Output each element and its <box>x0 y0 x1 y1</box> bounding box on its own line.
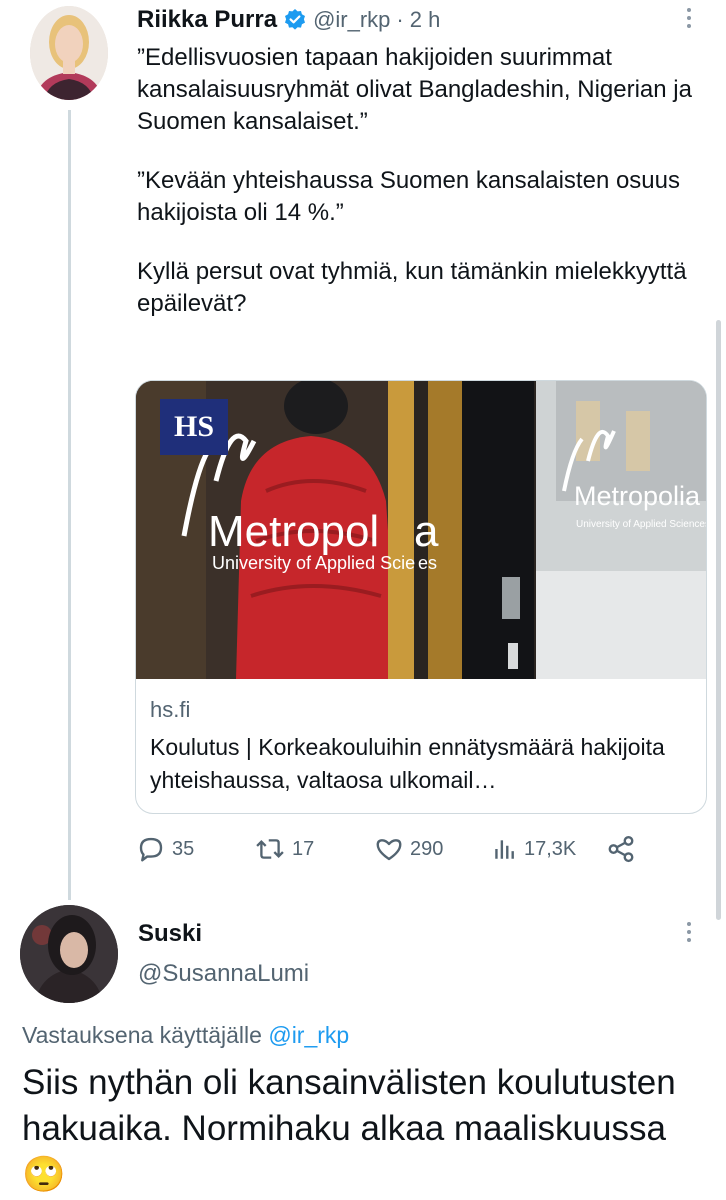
sign-right-sub: University of Applied Sciences <box>576 519 707 530</box>
header-separator: · <box>396 7 404 32</box>
author-handle[interactable]: @ir_rkp <box>313 7 390 33</box>
card-domain: hs.fi <box>150 697 191 722</box>
reply-author-handle[interactable]: @SusannaLumi <box>138 960 309 988</box>
retweet-icon <box>254 834 286 864</box>
card-image: HS Metropol a University of Applied Scie… <box>136 381 706 679</box>
tweet-header: Riikka Purra @ir_rkp · 2 h <box>137 4 440 36</box>
verified-badge-icon <box>283 8 307 32</box>
tweet-paragraph: ”Edellisvuosien tapaan hakijoiden suurim… <box>137 44 692 135</box>
avatar-suski[interactable] <box>20 905 118 1003</box>
share-button[interactable] <box>606 832 636 866</box>
thread-connector <box>68 110 71 900</box>
views-icon <box>492 836 518 862</box>
card-title: Koulutus | Korkeakouluihin ennätysmäärä … <box>150 734 665 793</box>
sign-left-letter: a <box>414 507 439 556</box>
reply-text-container: Siis nythän oli kansainvälisten koulutus… <box>22 1060 712 1198</box>
link-card[interactable]: HS Metropol a University of Applied Scie… <box>135 380 707 814</box>
avatar-riikka[interactable] <box>30 6 108 100</box>
share-icon <box>606 834 636 864</box>
views-count: 17,3K <box>524 837 577 860</box>
hs-badge: HS <box>160 399 228 455</box>
author-name[interactable]: Riikka Purra <box>137 6 277 34</box>
replying-to-line: Vastauksena käyttäjälle @ir_rkp <box>22 1022 349 1049</box>
sign-left-main: Metropol <box>208 507 380 556</box>
reply-text: Siis nythän oli kansainvälisten koulutus… <box>22 1063 676 1148</box>
eye-roll-emoji: 🙄 <box>22 1155 66 1194</box>
reply-icon <box>136 834 166 864</box>
more-options-icon[interactable] <box>686 8 692 28</box>
reply-more-options-icon[interactable] <box>686 922 692 942</box>
like-button[interactable]: 290 <box>374 832 443 866</box>
sign-left-sub: University of Applied Scie <box>212 553 416 573</box>
replying-to-prefix: Vastauksena käyttäjälle <box>22 1022 262 1048</box>
like-icon <box>374 834 404 864</box>
replying-to-handle[interactable]: @ir_rkp <box>268 1022 349 1048</box>
views-button[interactable]: 17,3K <box>492 832 576 866</box>
tweet-paragraph: ”Kevään yhteishaussa Suomen kansalaisten… <box>137 167 680 226</box>
reply-count: 35 <box>172 837 195 860</box>
reply-button[interactable]: 35 <box>136 832 194 866</box>
like-count: 290 <box>410 837 444 860</box>
tweet-time[interactable]: 2 h <box>410 7 441 33</box>
sign-right-main: Metropolia <box>574 481 701 511</box>
reply-author-name[interactable]: Suski <box>138 920 202 948</box>
retweet-count: 17 <box>292 837 315 860</box>
scrollbar[interactable] <box>716 320 721 920</box>
retweet-button[interactable]: 17 <box>254 832 314 866</box>
tweet-text: ”Edellisvuosien tapaan hakijoiden suurim… <box>137 42 712 347</box>
sign-left-sub-end: es <box>418 553 438 573</box>
tweet-paragraph: Kyllä persut ovat tyhmiä, kun tämänkin m… <box>137 258 687 317</box>
